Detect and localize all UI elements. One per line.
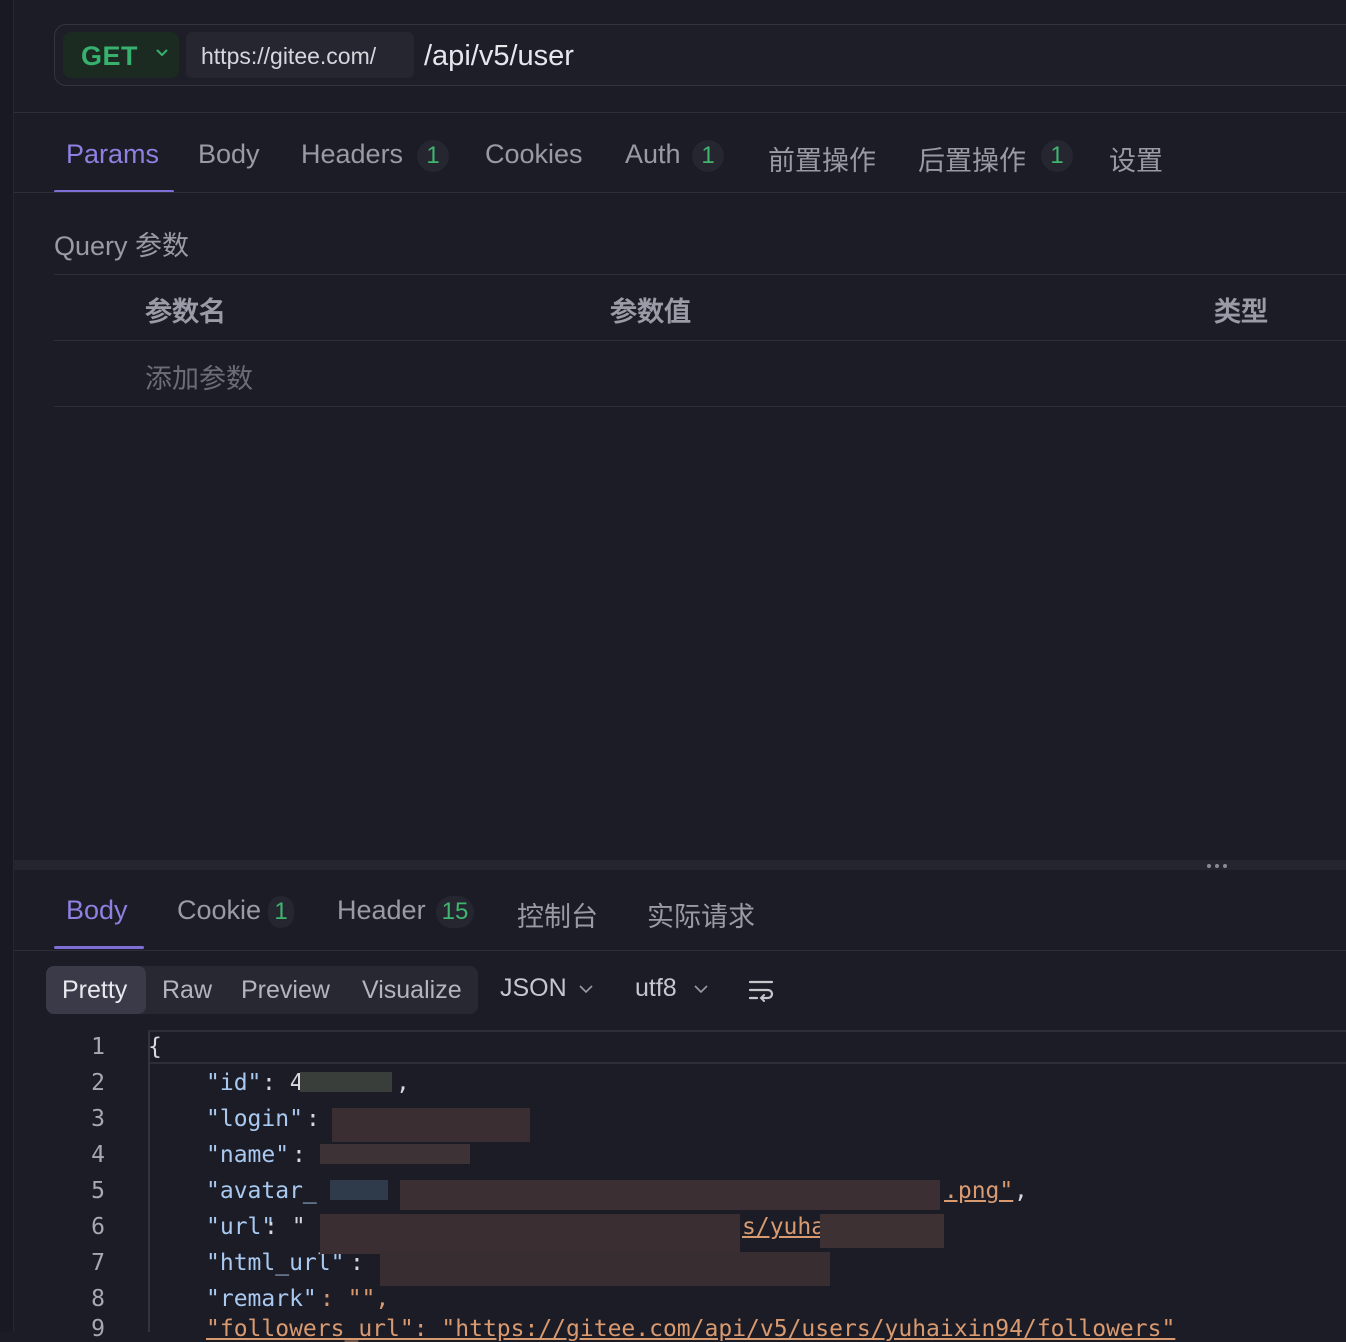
json-punct: : bbox=[292, 1142, 306, 1168]
header-count-badge: 15 bbox=[436, 896, 474, 928]
divider bbox=[14, 950, 1346, 951]
column-header-name: 参数名 bbox=[145, 297, 226, 327]
tab-post-actions[interactable]: 后置操作 bbox=[918, 139, 1026, 178]
divider bbox=[14, 192, 1346, 193]
json-punct: : " bbox=[264, 1214, 306, 1240]
tab-console[interactable]: 控制台 bbox=[517, 895, 598, 934]
method-label: GET bbox=[81, 41, 139, 71]
json-link[interactable]: "followers_url": "https://gitee.com/api/… bbox=[206, 1316, 1175, 1342]
view-raw-button[interactable]: Raw bbox=[162, 976, 212, 1005]
current-line-highlight bbox=[148, 1030, 1346, 1064]
divider bbox=[14, 112, 1346, 113]
json-link[interactable]: s/yuha bbox=[742, 1214, 825, 1240]
line-number: 5 bbox=[91, 1178, 105, 1204]
tab-auth[interactable]: Auth bbox=[625, 139, 681, 170]
path-input[interactable]: /api/v5/user bbox=[424, 40, 574, 73]
tab-response-header[interactable]: Header bbox=[337, 895, 426, 926]
tab-response-cookie[interactable]: Cookie bbox=[177, 895, 261, 926]
json-key: "name" bbox=[206, 1142, 290, 1168]
active-tab-indicator bbox=[54, 946, 144, 949]
column-header-value: 参数值 bbox=[610, 297, 691, 327]
tab-pre-actions[interactable]: 前置操作 bbox=[768, 139, 876, 178]
word-wrap-icon[interactable] bbox=[748, 978, 774, 1002]
json-value: : "", bbox=[320, 1286, 390, 1312]
tab-response-body[interactable]: Body bbox=[66, 895, 128, 926]
json-key: "remark" bbox=[206, 1286, 317, 1312]
line-number: 8 bbox=[91, 1286, 105, 1312]
json-key: "avatar_ bbox=[206, 1178, 317, 1204]
line-number: 1 bbox=[91, 1034, 105, 1060]
json-key: "login" bbox=[206, 1106, 303, 1132]
tab-body[interactable]: Body bbox=[198, 139, 260, 170]
line-number: 6 bbox=[91, 1214, 105, 1240]
json-link[interactable]: .png" bbox=[944, 1178, 1013, 1204]
headers-count-badge: 1 bbox=[417, 140, 449, 172]
json-punct: , bbox=[396, 1070, 410, 1096]
divider bbox=[54, 340, 1346, 341]
base-url-text: https://gitee.com/ bbox=[201, 43, 377, 69]
code-open-brace: { bbox=[148, 1034, 162, 1060]
panel-splitter[interactable] bbox=[14, 860, 1346, 870]
section-title: Query 参数 bbox=[54, 231, 190, 261]
base-url-chip[interactable]: https://gitee.com/ bbox=[186, 32, 414, 78]
method-select[interactable]: GET bbox=[63, 32, 179, 78]
line-number: 4 bbox=[91, 1142, 105, 1168]
column-header-type: 类型 bbox=[1214, 297, 1268, 327]
language-select[interactable]: JSON bbox=[500, 974, 567, 1003]
json-value: : 4 bbox=[262, 1070, 304, 1096]
tab-cookies[interactable]: Cookies bbox=[485, 139, 583, 170]
json-punct: : bbox=[306, 1106, 320, 1132]
tab-settings[interactable]: 设置 bbox=[1109, 139, 1163, 178]
auth-count-badge: 1 bbox=[692, 140, 724, 172]
cookie-count-badge: 1 bbox=[268, 896, 294, 928]
chevron-down-icon bbox=[579, 985, 593, 994]
chevron-down-icon bbox=[156, 49, 168, 57]
encoding-select[interactable]: utf8 bbox=[635, 974, 677, 1003]
tab-headers[interactable]: Headers bbox=[301, 139, 403, 170]
json-punct: , bbox=[1014, 1178, 1028, 1204]
post-actions-count-badge: 1 bbox=[1041, 140, 1073, 172]
left-edge bbox=[0, 0, 14, 1332]
tab-actual-request[interactable]: 实际请求 bbox=[647, 895, 755, 934]
view-preview-button[interactable]: Preview bbox=[241, 976, 330, 1005]
line-number: 3 bbox=[91, 1106, 105, 1132]
view-visualize-button[interactable]: Visualize bbox=[362, 976, 462, 1005]
drag-handle-icon[interactable] bbox=[1205, 862, 1231, 870]
chevron-down-icon bbox=[694, 985, 708, 994]
tab-params[interactable]: Params bbox=[66, 139, 159, 170]
json-key: "id" bbox=[206, 1070, 262, 1096]
gutter-indent-guide bbox=[148, 1032, 150, 1332]
line-number: 7 bbox=[91, 1250, 105, 1276]
line-number: 2 bbox=[91, 1070, 105, 1096]
view-pretty-button[interactable]: Pretty bbox=[62, 976, 127, 1005]
add-param-input[interactable]: 添加参数 bbox=[145, 357, 253, 396]
divider bbox=[54, 406, 1346, 407]
view-mode-group: Pretty Raw Preview Visualize bbox=[46, 966, 478, 1014]
divider bbox=[54, 274, 1346, 275]
url-bar[interactable]: GET https://gitee.com/ /api/v5/user bbox=[54, 24, 1346, 86]
line-number: 9 bbox=[91, 1316, 105, 1342]
